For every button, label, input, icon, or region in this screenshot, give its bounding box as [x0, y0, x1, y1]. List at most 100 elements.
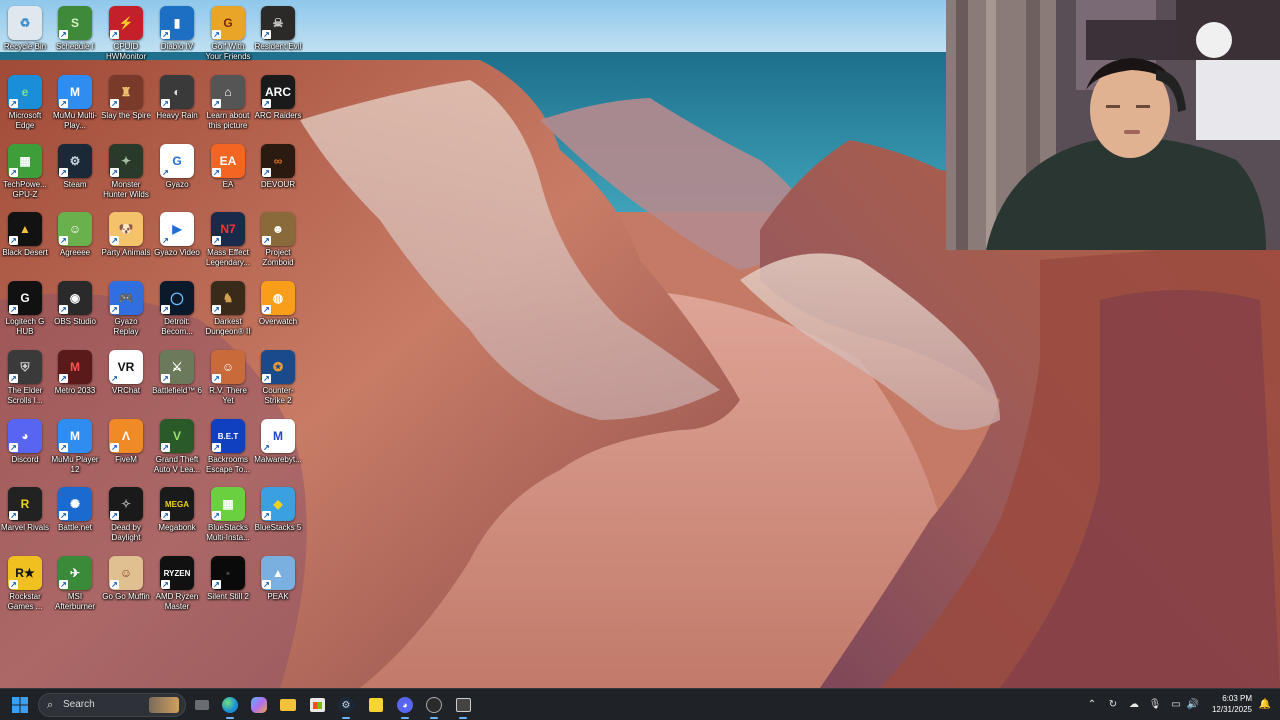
taskbar-app-steam[interactable]: ⚙: [334, 693, 358, 719]
tray-microphone-icon[interactable]: 🎙: [1148, 697, 1162, 711]
desktop-icon-battlenet[interactable]: ✺ ↗ Battle.net: [50, 483, 100, 551]
desktop-icon-recycle-bin[interactable]: ♻ Recycle Bin: [0, 2, 50, 70]
taskbar-app-copilot[interactable]: [247, 693, 271, 717]
desktop-icon-gyazo[interactable]: G ↗ Gyazo: [152, 140, 202, 208]
tray-overflow-chevron-icon[interactable]: ⌃: [1085, 697, 1099, 711]
peak-icon: ▲ ↗: [261, 556, 295, 590]
desktop-icon-darkest-dungeon[interactable]: ♞ ↗ Darkest Dungeon® II: [203, 277, 253, 345]
desktop-icon-edge[interactable]: e ↗ Microsoft Edge: [0, 71, 50, 139]
taskbar-app-store[interactable]: [305, 693, 329, 717]
desktop-icon-arc-raiders[interactable]: ARC ↗ ARC Raiders: [253, 71, 303, 139]
shortcut-arrow-icon: ↗: [212, 99, 221, 108]
tray-cloud-icon[interactable]: ☁: [1127, 697, 1141, 711]
taskbar-app-file-explorer[interactable]: [190, 693, 214, 717]
desktop-icon-party-animals[interactable]: 🐶 ↗ Party Animals: [101, 208, 151, 276]
folder-icon: [280, 699, 296, 711]
desktop-icon-schedule-one[interactable]: S ↗ Schedule I: [50, 2, 100, 70]
shortcut-arrow-icon: ↗: [9, 580, 18, 589]
desktop-icon-rv-there-yet[interactable]: ☺ ↗ R.V. There Yet: [203, 346, 253, 414]
desktop-icon-agreeee[interactable]: ☺ ↗ Agreeee: [50, 208, 100, 276]
desktop-icon-bluestacks[interactable]: ◆ ↗ BlueStacks 5: [253, 483, 303, 551]
desktop-icon-backrooms[interactable]: B.E.T ↗ Backrooms Escape To...: [203, 415, 253, 483]
desktop-icon-silent-still[interactable]: ▪ ↗ Silent Still 2: [203, 552, 253, 620]
desktop-icon-counter-strike[interactable]: ✪ ↗ Counter-Strike 2: [253, 346, 303, 414]
desktop-icon-label: EA: [222, 180, 234, 189]
taskbar-app-obs[interactable]: [422, 693, 446, 719]
desktop-icon-dead-by-daylight[interactable]: ✧ ↗ Dead by Daylight: [101, 483, 151, 551]
desktop-icon-marvel-rivals[interactable]: R ↗ Marvel Rivals: [0, 483, 50, 551]
desktop-icon-gta[interactable]: V ↗ Grand Theft Auto V Lea...: [152, 415, 202, 483]
taskbar-search-box[interactable]: ⌕ Search: [38, 693, 186, 717]
desktop-icon-elder-scrolls[interactable]: ⛨ ↗ The Elder Scrolls I...: [0, 346, 50, 414]
logitech-ghub-glyph: G: [20, 291, 30, 305]
start-button[interactable]: [8, 693, 32, 717]
desktop-icon-peak[interactable]: ▲ ↗ PEAK: [253, 552, 303, 620]
taskbar-app-sticky-notes[interactable]: [364, 693, 388, 717]
desktop-icon-mass-effect[interactable]: N7 ↗ Mass Effect Legendary...: [203, 208, 253, 276]
desktop-icon-gyazo-video[interactable]: ▶ ↗ Gyazo Video: [152, 208, 202, 276]
desktop-icon-gyazo-replay[interactable]: 🎮 ↗ Gyazo Replay: [101, 277, 151, 345]
desktop-icon-battlefield[interactable]: ⚔ ↗ Battlefield™ 6: [152, 346, 202, 414]
desktop-icon-overwatch[interactable]: ◍ ↗ Overwatch: [253, 277, 303, 345]
tray-sync-icon[interactable]: ↻: [1106, 697, 1120, 711]
notification-bell-icon[interactable]: 🔔: [1258, 697, 1272, 711]
desktop-icon-monster-hunter[interactable]: ✦ ↗ Monster Hunter Wilds: [101, 140, 151, 208]
desktop-icon-bluestacks-multi[interactable]: ▦ ↗ BlueStacks Multi-Insta...: [203, 483, 253, 551]
desktop-icon-devour[interactable]: ∞ ↗ DEVOUR: [253, 140, 303, 208]
desktop-icon-project-zomboid[interactable]: ☻ ↗ Project Zomboid: [253, 208, 303, 276]
fivem-icon: Λ ↗: [109, 419, 143, 453]
shortcut-arrow-icon: ↗: [59, 30, 68, 39]
edge-glyph: e: [21, 85, 29, 99]
shortcut-arrow-icon: ↗: [212, 305, 221, 314]
desktop-icon-steam[interactable]: ⚙ ↗ Steam: [50, 140, 100, 208]
desktop-icon-obs[interactable]: ◉ ↗ OBS Studio: [50, 277, 100, 345]
desktop-icon-golf[interactable]: G ↗ Golf With Your Friends: [203, 2, 253, 70]
desktop-icon-gpu-z[interactable]: ▦ ↗ TechPowe... GPU-Z: [0, 140, 50, 208]
desktop-icon-metro[interactable]: M ↗ Metro 2033: [50, 346, 100, 414]
vrchat-icon: VR ↗: [109, 350, 143, 384]
desktop-icon-label: Backrooms Escape To...: [206, 455, 250, 474]
shortcut-arrow-icon: ↗: [161, 236, 170, 245]
vrchat-glyph: VR: [117, 360, 135, 374]
shortcut-arrow-icon: ↗: [262, 511, 271, 520]
ea-glyph: EA: [219, 154, 237, 168]
shortcut-arrow-icon: ↗: [110, 168, 119, 177]
taskbar-clock[interactable]: 6:03 PM 12/31/2025: [1200, 693, 1252, 715]
desktop-icon-diablo[interactable]: ▮ ↗ Diablo IV: [152, 2, 202, 70]
desktop-icon-malwarebytes[interactable]: M ↗ Malwarebyt...: [253, 415, 303, 483]
desktop-icon-msi-afterburner[interactable]: ✈ ↗ MSI Afterburner: [50, 552, 100, 620]
desktop-icon-megabonk[interactable]: MEGA ↗ Megabonk: [152, 483, 202, 551]
desktop-icon-logitech-ghub[interactable]: G ↗ Logitech G HUB: [0, 277, 50, 345]
desktop-icon-detroit[interactable]: ◯ ↗ Detroit: Becom...: [152, 277, 202, 345]
shortcut-arrow-icon: ↗: [110, 443, 119, 452]
desktop-icon-rockstar[interactable]: R★ ↗ Rockstar Games ...: [0, 552, 50, 620]
desktop-icon-fivem[interactable]: Λ ↗ FiveM: [101, 415, 151, 483]
taskbar-app-capture[interactable]: [451, 693, 475, 719]
taskbar-app-edge[interactable]: [218, 693, 242, 719]
taskbar-app-discord[interactable]: ◕: [393, 693, 417, 719]
counter-strike-glyph: ✪: [272, 360, 284, 374]
desktop-icon-go-go-muffin[interactable]: ☺ ↗ Go Go Muffin: [101, 552, 151, 620]
desktop-icon-label: Slay the Spire: [101, 111, 151, 120]
learn-picture-glyph: ⌂: [224, 85, 232, 99]
desktop-icon-label: MuMu Multi-Play...: [52, 111, 97, 130]
taskbar-app-folder[interactable]: [276, 693, 300, 717]
desktop-icon-label: Recycle Bin: [3, 42, 47, 51]
desktop-icon-mumu-player[interactable]: M ↗ MuMu Player 12: [50, 415, 100, 483]
desktop-icon-slay-the-spire[interactable]: ♜ ↗ Slay the Spire: [101, 71, 151, 139]
mumu-multi-glyph: M: [70, 85, 80, 99]
desktop-icon-vrchat[interactable]: VR ↗ VRChat: [101, 346, 151, 414]
tray-network-icon[interactable]: ▭: [1169, 697, 1183, 711]
desktop-icon-black-desert[interactable]: ▲ ↗ Black Desert: [0, 208, 50, 276]
tray-volume-icon[interactable]: 🔊: [1186, 697, 1200, 711]
desktop-icon-resident-evil[interactable]: ☠ ↗ Resident Evil: [253, 2, 303, 70]
shortcut-arrow-icon: ↗: [9, 374, 18, 383]
desktop-icon-label: Silent Still 2: [207, 592, 249, 601]
desktop-icon-amd-ryzen[interactable]: RYZEN ↗ AMD Ryzen Master: [152, 552, 202, 620]
desktop-icon-discord[interactable]: ◕ ↗ Discord: [0, 415, 50, 483]
desktop-icon-heavy-rain[interactable]: ◐ ↗ Heavy Rain: [152, 71, 202, 139]
desktop-icon-learn-picture[interactable]: ⌂ ↗ Learn about this picture: [203, 71, 253, 139]
desktop-icon-hwmonitor[interactable]: ⚡ ↗ CPUID HWMonitor: [101, 2, 151, 70]
desktop-icon-ea[interactable]: EA ↗ EA: [203, 140, 253, 208]
desktop-icon-mumu-multi[interactable]: M ↗ MuMu Multi-Play...: [50, 71, 100, 139]
